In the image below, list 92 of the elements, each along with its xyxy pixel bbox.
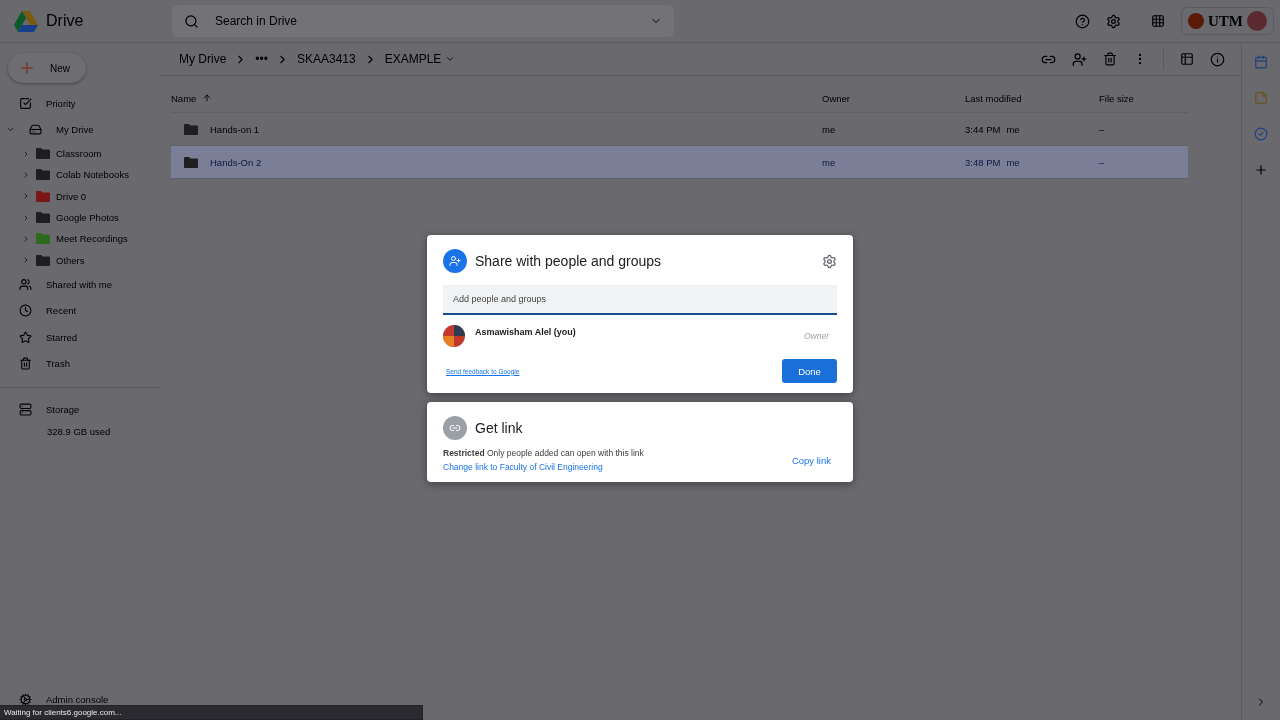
university-emblem-icon <box>1188 13 1204 29</box>
note-icon <box>1254 91 1268 105</box>
sidebar-item-icon <box>19 330 32 344</box>
access-description: Restricted Only people added can open with this link <box>443 448 644 458</box>
sort-arrow-icon <box>202 93 213 103</box>
dialog-title: Share with people and groups <box>475 253 662 269</box>
modified-time: 3:48 PM <box>965 156 1001 168</box>
info-button[interactable] <box>1210 51 1225 67</box>
dialog-title: Get link <box>475 420 523 436</box>
owner-cell-text: me <box>822 156 837 168</box>
breadcrumb-item[interactable]: My Drive <box>177 52 229 66</box>
help-button[interactable] <box>1075 13 1090 29</box>
avatar-icon <box>443 325 465 347</box>
modified-time: 3:44 PM <box>965 123 1001 135</box>
file-name: Hands-on 1 <box>210 123 260 135</box>
add-person-icon <box>443 249 467 273</box>
sidebar-item-icon <box>29 123 42 137</box>
dropdown-caret-icon <box>445 54 456 64</box>
size-cell-text: – <box>1099 123 1106 135</box>
breadcrumb-item[interactable]: SKAA3413 <box>294 52 358 66</box>
check-icon <box>1254 127 1268 141</box>
folder-icon <box>184 156 198 168</box>
column-header[interactable]: File size <box>1099 92 1188 104</box>
new-button[interactable]: New <box>8 53 86 83</box>
column-header[interactable]: Owner <box>822 92 965 104</box>
modified-by: me <box>1006 156 1020 168</box>
done-button[interactable]: Done <box>782 359 837 383</box>
settings-button[interactable] <box>1106 13 1121 29</box>
share-button[interactable] <box>1072 51 1087 67</box>
sidebar-item-icon <box>19 304 32 318</box>
copy-link-button[interactable]: Copy link <box>785 453 837 467</box>
settings-button[interactable] <box>822 253 837 269</box>
storage-item[interactable]: Storage <box>0 395 160 423</box>
plus-icon <box>1254 163 1268 177</box>
change-link[interactable]: Change link to Faculty of Civil Engineering <box>443 462 644 472</box>
trash-icon <box>1103 52 1117 66</box>
apps-grid-button[interactable] <box>1151 14 1165 28</box>
calendar-icon <box>1254 55 1268 69</box>
admin-icon <box>19 693 32 706</box>
help-icon <box>1075 13 1090 29</box>
size-cell-text: – <box>1099 156 1106 168</box>
calendar-button[interactable] <box>1254 55 1268 69</box>
plus-icon <box>18 59 36 77</box>
info-icon <box>1210 51 1225 67</box>
admin-console-item[interactable]: Admin console <box>19 693 109 706</box>
grid-view-button[interactable] <box>1180 52 1194 66</box>
owner-cell-text: me <box>822 123 837 135</box>
column-header[interactable]: Last modified <box>965 92 1099 104</box>
search-icon <box>184 13 199 29</box>
modified-by: me <box>1006 123 1020 135</box>
sidebar-item-icon <box>19 357 32 371</box>
storage-usage-text: 328.9 GB used <box>46 426 112 438</box>
folder-tree-item[interactable]: Others <box>0 249 160 271</box>
search-bar[interactable]: Search in Drive <box>172 5 674 37</box>
app-name: Drive <box>46 12 84 30</box>
settings-icon <box>822 253 837 269</box>
file-name: Hands-On 2 <box>210 156 262 168</box>
file-row[interactable]: Hands-On 2 me 3:48 PM me – <box>171 146 1188 179</box>
delete-button[interactable] <box>1103 52 1117 66</box>
folder-tree-item[interactable]: Meet Recordings <box>0 228 160 250</box>
sidebar-item-icon <box>19 277 32 291</box>
breadcrumb-item[interactable]: EXAMPLE <box>382 52 458 66</box>
person-name: Asmawisham Alel (you) <box>475 327 576 337</box>
sidebar-item[interactable]: Trash <box>0 350 160 377</box>
storage-icon <box>19 402 32 416</box>
folder-tree-item[interactable]: Google Photos <box>0 206 160 229</box>
grid-icon <box>1151 14 1165 28</box>
university-logo-text: UTM <box>1208 12 1243 30</box>
sidebar-item[interactable]: Recent <box>0 297 160 324</box>
account-button[interactable]: UTM <box>1181 7 1274 35</box>
add-people-field[interactable]: Add people and groups <box>443 285 837 315</box>
drive-logo-icon <box>14 10 38 32</box>
sidebar-item-icon <box>19 96 32 110</box>
column-header[interactable]: Name <box>171 92 822 104</box>
settings-icon <box>1106 13 1121 29</box>
search-input[interactable]: Search in Drive <box>213 13 636 29</box>
folder-icon <box>184 123 198 135</box>
folder-tree-item[interactable]: Classroom <box>0 143 160 165</box>
sidebar-item[interactable]: Priority <box>0 90 160 117</box>
breadcrumb-item[interactable]: ••• <box>253 52 270 66</box>
role-label: Owner <box>803 331 829 341</box>
link-icon <box>443 416 467 440</box>
avatar-icon <box>1247 11 1267 31</box>
status-bar: Waiting for clients6.google.com... <box>0 705 423 720</box>
add-addon-button[interactable] <box>1254 163 1268 177</box>
grid-icon <box>1180 52 1194 66</box>
folder-tree-item[interactable]: Drive 0 <box>0 185 160 207</box>
sidebar-item[interactable]: My Drive <box>0 116 160 143</box>
sidebar-item[interactable]: Shared with me <box>0 270 160 298</box>
add-person-icon <box>1072 51 1087 67</box>
folder-tree-item[interactable]: Colab Notebooks <box>0 164 160 186</box>
sidebar-item[interactable]: Starred <box>0 323 160 351</box>
